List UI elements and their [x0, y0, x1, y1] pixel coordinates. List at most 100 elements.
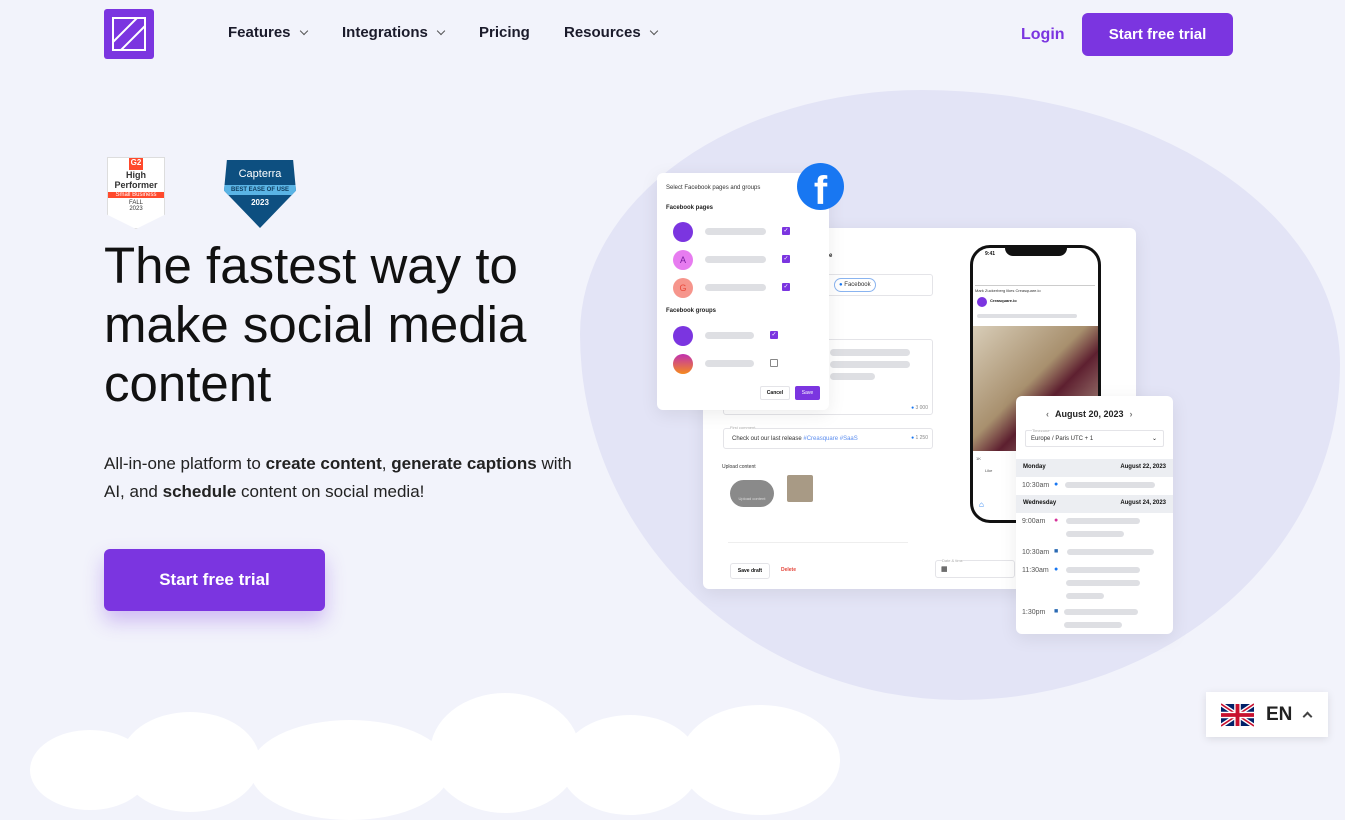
text: generate captions: [391, 454, 537, 473]
hashtags: #Creasquare #SaaS: [803, 436, 858, 442]
reactions-count: 1K: [976, 456, 981, 461]
post-notice: Mark Zuckerberg likes Creasquare.io: [975, 285, 1095, 293]
group-avatar: [673, 326, 693, 346]
checkbox-checked[interactable]: ✓: [770, 331, 778, 339]
day-name: Monday: [1023, 464, 1046, 470]
linkedin-icon: ■: [1054, 608, 1059, 615]
start-trial-button-header[interactable]: Start free trial: [1082, 13, 1233, 56]
section-label: Facebook groups: [666, 308, 717, 314]
delete-button[interactable]: Delete: [781, 567, 796, 573]
chevron-down-icon: [649, 26, 658, 36]
calendar-icon: ▦: [941, 566, 948, 573]
first-comment-field[interactable]: First comment Check out our last release…: [723, 425, 933, 449]
logo[interactable]: [104, 9, 154, 59]
timezone-value: Europe / Paris UTC + 1: [1031, 436, 1094, 442]
capterra-badge: Capterra BEST EASE OF USE 2023: [224, 160, 296, 228]
nav-label: Features: [228, 24, 291, 41]
nav-resources[interactable]: Resources: [564, 24, 658, 41]
facebook-icon: ●: [839, 282, 843, 288]
upload-button[interactable]: Upload content: [730, 480, 774, 507]
hero-title: The fastest way to make social media con…: [104, 237, 527, 412]
text: All-in-one platform to: [104, 454, 266, 473]
page-avatar: A: [673, 250, 693, 270]
chevron-down-icon: ⌄: [1151, 436, 1157, 442]
cloud-decoration: [120, 712, 260, 812]
facebook-pages-modal: Select Facebook pages and groups Faceboo…: [657, 173, 829, 410]
day-name: Wednesday: [1023, 500, 1057, 506]
next-arrow-icon[interactable]: ›: [1130, 409, 1133, 419]
checkbox-checked[interactable]: ✓: [782, 255, 790, 263]
home-icon: ⌂: [979, 500, 984, 509]
g2-badge: G2 High Performer Small Business FALL 20…: [107, 157, 165, 229]
cloud-decoration: [430, 693, 580, 813]
capterra-ribbon: BEST EASE OF USE: [224, 185, 296, 195]
cloud-decoration: [680, 705, 840, 815]
day-date: August 22, 2023: [1120, 464, 1166, 470]
char-counter: 3 000: [915, 405, 928, 411]
field-label: Timezone: [1032, 428, 1050, 433]
day-header: Monday August 22, 2023: [1016, 459, 1173, 477]
nav-features[interactable]: Features: [228, 24, 308, 41]
slot-time: 10:30am: [1022, 482, 1050, 489]
capterra-year: 2023: [251, 198, 269, 207]
facebook-logo-icon: f: [797, 163, 844, 210]
text: schedule: [162, 482, 237, 501]
nav-label: Integrations: [342, 24, 428, 41]
cloud-decoration: [560, 715, 700, 815]
day-date: August 24, 2023: [1120, 500, 1166, 506]
schedule-date: August 20, 2023: [1055, 409, 1124, 419]
cancel-button[interactable]: Cancel: [760, 386, 790, 400]
page-avatar: [673, 222, 693, 242]
nav-label: Resources: [564, 24, 641, 41]
chevron-down-icon: [436, 26, 446, 36]
chip-label: Facebook: [844, 282, 871, 288]
facebook-icon: ●: [1054, 481, 1059, 488]
save-button[interactable]: Save: [795, 386, 820, 400]
uploaded-image: [787, 475, 813, 502]
g2-ribbon: Small Business: [108, 192, 164, 198]
start-trial-button-hero[interactable]: Start free trial: [104, 549, 325, 611]
timezone-select[interactable]: Timezone Europe / Paris UTC + 1 ⌄: [1025, 428, 1164, 447]
upload-label: Upload content: [722, 464, 756, 470]
g2-year: 2023: [129, 206, 143, 212]
post-account: Creasquare.io: [990, 298, 1017, 303]
field-label: First comment: [730, 425, 756, 430]
like-button: Like: [985, 468, 993, 473]
network-chip: ● Facebook: [834, 278, 876, 292]
nav-integrations[interactable]: Integrations: [342, 24, 446, 41]
language-code: EN: [1266, 703, 1293, 725]
cloud-decoration: [250, 720, 450, 820]
uk-flag-icon: [1221, 702, 1254, 727]
page-avatar: G: [673, 278, 693, 298]
login-link[interactable]: Login: [1021, 26, 1065, 44]
char-counter: 1 250: [915, 435, 928, 441]
checkbox-checked[interactable]: ✓: [782, 283, 790, 291]
slot-time: 9:00am: [1022, 518, 1046, 525]
nav-pricing[interactable]: Pricing: [479, 24, 530, 41]
modal-title: Select Facebook pages and groups: [666, 185, 761, 191]
capterra-logo: Capterra: [238, 168, 282, 180]
checkbox-unchecked[interactable]: [770, 359, 778, 367]
g2-title: High Performer: [114, 170, 158, 190]
hero-subtitle: All-in-one platform to create content, g…: [104, 450, 584, 506]
comment-text: Check out our last release: [732, 436, 804, 442]
slot-time: 11:30am: [1022, 567, 1049, 574]
day-header: Wednesday August 24, 2023: [1016, 495, 1173, 513]
text: ,: [381, 454, 392, 473]
linkedin-icon: ■: [1054, 548, 1059, 555]
prev-arrow-icon[interactable]: ‹: [1046, 409, 1049, 419]
facebook-icon: ●: [1054, 566, 1059, 573]
phone-time: 9:41: [985, 251, 996, 257]
checkbox-checked[interactable]: ✓: [782, 227, 790, 235]
language-selector[interactable]: EN: [1206, 692, 1328, 737]
save-draft-button[interactable]: Save draft: [730, 563, 770, 579]
instagram-icon: ●: [1054, 517, 1059, 524]
slot-time: 1:30pm: [1022, 609, 1046, 616]
date-time-field[interactable]: Date & time ▦: [935, 558, 1015, 578]
text: create content: [265, 454, 382, 473]
chevron-up-icon: [1302, 711, 1313, 722]
g2-logo: G2: [129, 158, 143, 170]
slot-time: 10:30am: [1022, 549, 1050, 556]
field-label: Date & time: [942, 558, 963, 563]
schedule-card: ‹ August 20, 2023 › Timezone Europe / Paris…: [1016, 396, 1173, 634]
